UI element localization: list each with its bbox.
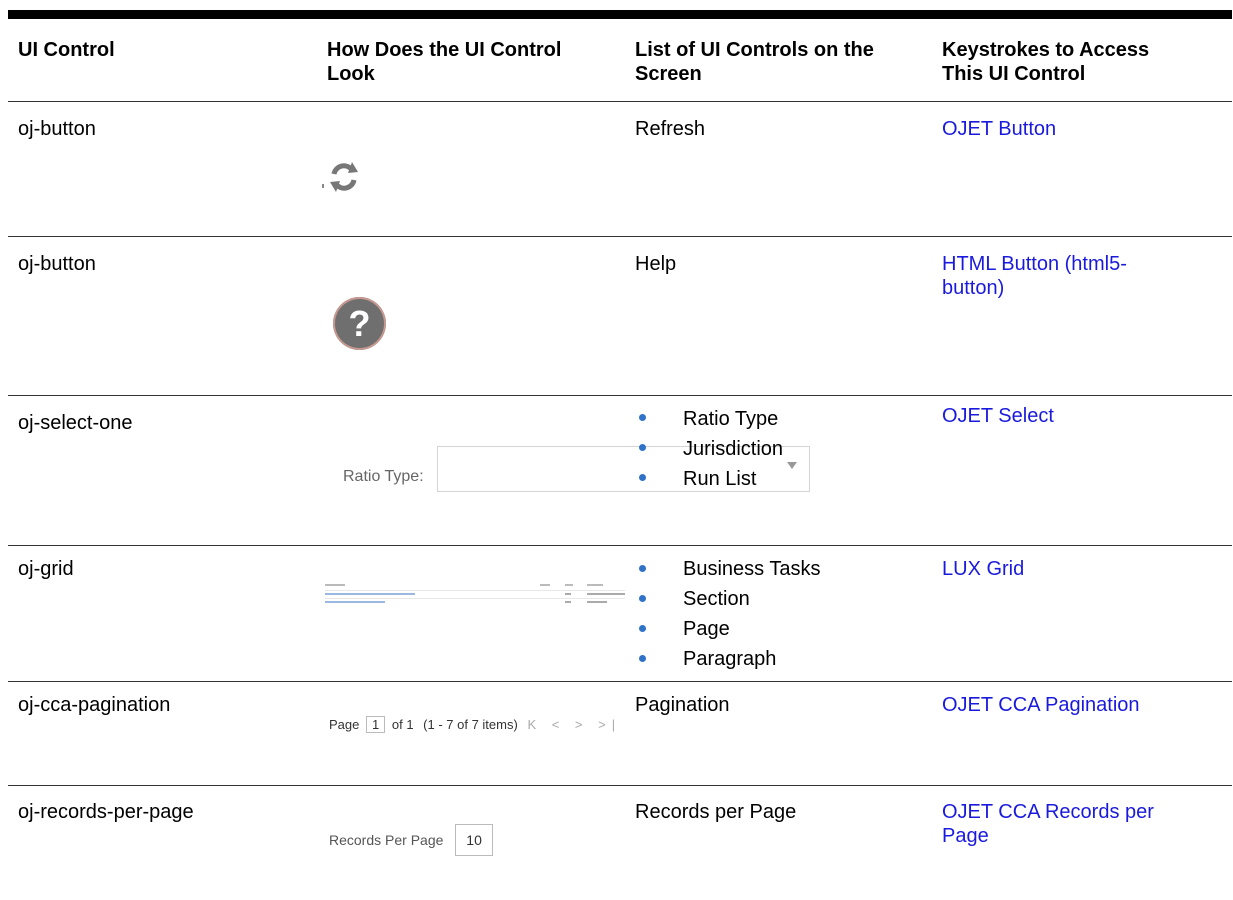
bullet-icon	[639, 625, 646, 632]
header-ui-control: UI Control	[18, 39, 115, 61]
html-button-link-line2[interactable]: button)	[942, 276, 1127, 300]
row3-screen-list: Ratio Type Jurisdiction Run List	[635, 404, 783, 494]
header-keystrokes-line1: Keystrokes to Access	[942, 39, 1150, 61]
row5-control: oj-cca-pagination	[18, 694, 171, 716]
row2-control: oj-button	[18, 253, 96, 275]
row-rule	[8, 236, 1232, 237]
list-item: Run List	[635, 464, 783, 494]
bullet-icon	[639, 595, 646, 602]
row-rule	[8, 681, 1232, 682]
row5-screen: Pagination	[635, 694, 730, 716]
header-keystrokes: Keystrokes to Access This UI Control	[942, 38, 1149, 86]
row-rule	[8, 545, 1232, 546]
list-item: Jurisdiction	[635, 434, 783, 464]
pagination-page-label: Page	[329, 717, 360, 732]
records-per-page-preview: Records Per Page 10	[329, 824, 493, 856]
row-rule	[8, 395, 1232, 396]
header-look-line2: Look	[327, 63, 375, 85]
ratio-type-label: Ratio Type:	[343, 468, 424, 485]
pagination-nav-icons: K < > >|	[527, 717, 622, 732]
records-per-page-input: 10	[455, 824, 493, 856]
html-button-link[interactable]: HTML Button (html5- button)	[942, 252, 1127, 300]
header-screen-list: List of UI Controls on the Screen	[635, 38, 874, 86]
ojet-cca-records-link[interactable]: OJET CCA Records per Page	[942, 800, 1154, 848]
dropdown-caret-icon	[787, 462, 797, 469]
row-rule	[8, 785, 1232, 786]
header-rule	[8, 101, 1232, 102]
ojet-button-link[interactable]: OJET Button	[942, 117, 1056, 141]
bullet-icon	[639, 414, 646, 421]
ojet-select-link[interactable]: OJET Select	[942, 404, 1054, 428]
header-keystrokes-line2: This UI Control	[942, 63, 1086, 85]
list-item: Section	[635, 585, 820, 615]
pagination-page-input: 1	[366, 716, 386, 733]
ojet-cca-records-link-line2[interactable]: Page	[942, 824, 1154, 848]
bullet-icon	[639, 655, 646, 662]
bullet-icon	[639, 565, 646, 572]
header-look-line1: How Does the UI Control	[327, 39, 562, 61]
table-top-border	[8, 10, 1232, 19]
list-item: Page	[635, 615, 820, 645]
header-screen-line1: List of UI Controls on the	[635, 39, 874, 61]
grid-preview-image	[325, 584, 625, 603]
pagination-preview: Page 1 of 1 (1 - 7 of 7 items) K < > >|	[329, 716, 621, 733]
html-button-link-line1[interactable]: HTML Button (html5-	[942, 252, 1127, 276]
bullet-icon	[639, 474, 646, 481]
row1-control: oj-button	[18, 118, 96, 140]
refresh-icon	[322, 162, 358, 192]
row3-control: oj-select-one	[18, 412, 133, 434]
list-item: Paragraph	[635, 645, 820, 675]
pagination-items-text: (1 - 7 of 7 items)	[423, 717, 518, 732]
header-look: How Does the UI Control Look	[327, 38, 561, 86]
help-icon: ?	[333, 297, 386, 350]
row4-control: oj-grid	[18, 558, 74, 580]
ojet-cca-pagination-link[interactable]: OJET CCA Pagination	[942, 693, 1140, 717]
row6-control: oj-records-per-page	[18, 801, 194, 823]
bullet-icon	[639, 444, 646, 451]
list-item: Business Tasks	[635, 555, 820, 585]
list-item: Ratio Type	[635, 404, 783, 434]
row1-screen: Refresh	[635, 118, 706, 140]
row4-screen-list: Business Tasks Section Page Paragraph	[635, 555, 820, 675]
lux-grid-link[interactable]: LUX Grid	[942, 557, 1024, 581]
records-per-page-label: Records Per Page	[329, 832, 444, 848]
header-screen-line2: Screen	[635, 63, 702, 85]
pagination-of-label: of 1	[391, 717, 414, 732]
row6-screen: Records per Page	[635, 801, 797, 823]
ojet-cca-records-link-line1[interactable]: OJET CCA Records per	[942, 800, 1154, 824]
row2-screen: Help	[635, 253, 677, 275]
